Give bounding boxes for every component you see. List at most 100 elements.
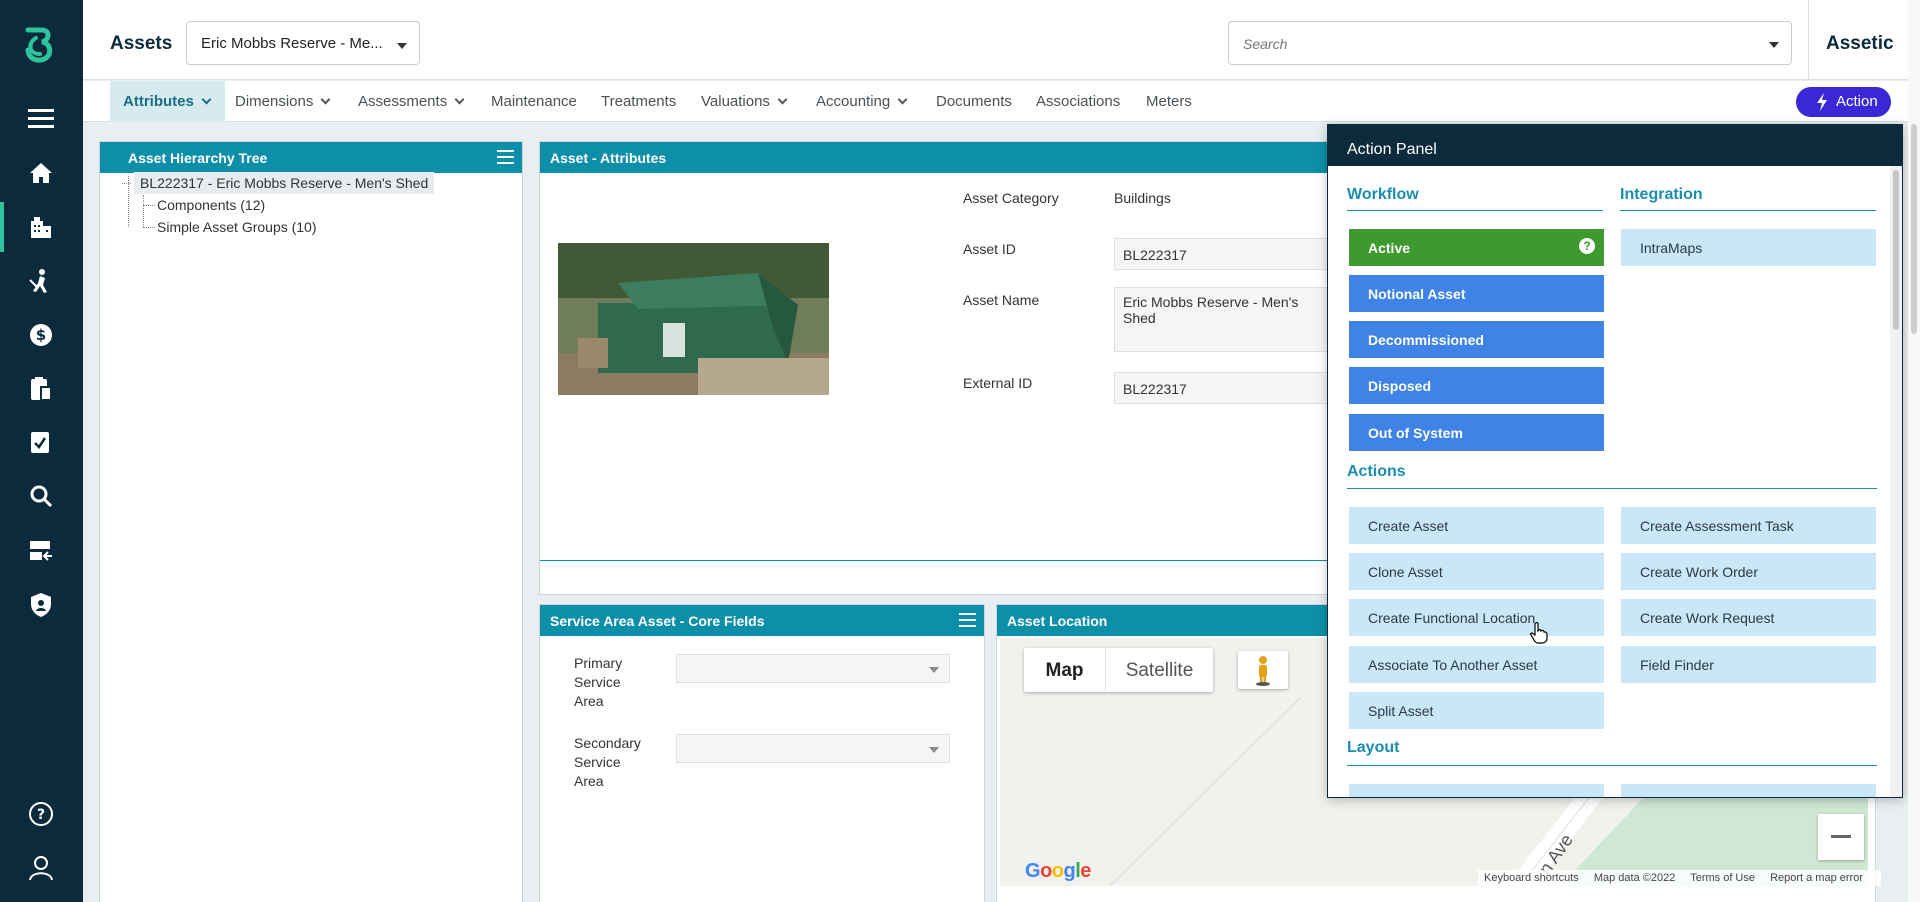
workflow-active-button[interactable]: Active ?	[1349, 229, 1604, 266]
tab-maintenance[interactable]: Maintenance	[491, 81, 577, 122]
tab-label: Associations	[1036, 93, 1121, 110]
layout-button[interactable]	[1349, 784, 1604, 797]
clipboard-icon[interactable]	[24, 372, 58, 406]
asset-id-label: Asset ID	[963, 241, 1016, 257]
terms-link[interactable]: Terms of Use	[1690, 872, 1755, 884]
pegman-icon[interactable]	[1238, 651, 1288, 689]
tab-bar: Attributes Dimensions Assessments Mainte…	[83, 81, 1920, 122]
shield-icon[interactable]	[24, 588, 58, 622]
hierarchy-panel: Asset Hierarchy Tree	[99, 141, 523, 902]
layout-button[interactable]	[1621, 784, 1876, 797]
search-field[interactable]	[1228, 21, 1792, 65]
chevron-down-icon	[897, 94, 908, 105]
create-asset-button[interactable]: Create Asset	[1349, 507, 1604, 544]
bolt-icon	[1817, 93, 1827, 111]
tab-dimensions[interactable]: Dimensions	[235, 81, 331, 122]
asset-name-value[interactable]: Eric Mobbs Reserve - Men's Shed	[1114, 287, 1328, 352]
tab-treatments[interactable]: Treatments	[601, 81, 676, 122]
asset-id-value[interactable]: BL222317	[1114, 238, 1328, 270]
chevron-down-icon	[454, 94, 465, 105]
worker-icon[interactable]	[24, 264, 58, 298]
search-input[interactable]	[1243, 36, 1737, 52]
tab-accounting[interactable]: Accounting	[816, 81, 908, 122]
asset-category-label: Asset Category	[963, 190, 1059, 206]
search-icon[interactable]	[24, 479, 58, 513]
tree-node-components[interactable]: Components (12)	[157, 197, 265, 213]
map-tab[interactable]: Map	[1024, 648, 1105, 692]
hamburger-icon[interactable]	[959, 613, 976, 627]
tab-label: Dimensions	[235, 93, 314, 110]
create-functional-location-button[interactable]: Create Functional Location	[1349, 599, 1604, 636]
tab-label: Valuations	[701, 93, 770, 110]
menu-icon[interactable]	[24, 101, 58, 135]
report-error-link[interactable]: Report a map error	[1770, 872, 1863, 884]
map-footer: Keyboard shortcuts Map data ©2022 Terms …	[1478, 870, 1881, 886]
divider	[1347, 765, 1877, 766]
home-icon[interactable]	[24, 156, 58, 190]
asset-selector[interactable]: Eric Mobbs Reserve - Me...	[186, 21, 420, 65]
clone-asset-button[interactable]: Clone Asset	[1349, 553, 1604, 590]
secondary-service-area-select[interactable]	[676, 734, 950, 763]
map-type-toggle[interactable]: Map Satellite	[1024, 648, 1213, 692]
buildings-icon[interactable]	[24, 210, 58, 244]
tab-meters[interactable]: Meters	[1146, 81, 1192, 122]
associate-to-another-asset-button[interactable]: Associate To Another Asset	[1349, 646, 1604, 683]
service-area-panel-title: Service Area Asset - Core Fields	[550, 613, 765, 629]
tab-valuations[interactable]: Valuations	[701, 81, 788, 122]
tab-associations[interactable]: Associations	[1036, 81, 1120, 122]
chevron-down-icon	[777, 94, 788, 105]
help-icon[interactable]: ?	[24, 797, 58, 831]
external-id-value[interactable]: BL222317	[1114, 372, 1328, 404]
field-finder-button[interactable]: Field Finder	[1621, 646, 1876, 683]
split-asset-button[interactable]: Split Asset	[1349, 692, 1604, 729]
integration-heading: Integration	[1620, 186, 1703, 203]
workflow-decommissioned-button[interactable]: Decommissioned	[1349, 321, 1604, 358]
tab-assessments[interactable]: Assessments	[358, 81, 465, 122]
chevron-down-icon	[201, 94, 212, 105]
create-work-order-button[interactable]: Create Work Order	[1621, 553, 1876, 590]
caret-down-icon	[929, 667, 939, 673]
action-panel-scrollbar[interactable]	[1890, 166, 1902, 797]
divider	[1620, 210, 1876, 211]
hamburger-icon[interactable]	[497, 150, 514, 164]
task-icon[interactable]	[24, 425, 58, 459]
create-assessment-task-button[interactable]: Create Assessment Task	[1621, 507, 1876, 544]
top-bar: Assets Eric Mobbs Reserve - Me... Asseti…	[83, 0, 1920, 80]
workflow-out-of-system-button[interactable]: Out of System	[1349, 414, 1604, 451]
workflow-disposed-button[interactable]: Disposed	[1349, 367, 1604, 404]
asset-selector-value: Eric Mobbs Reserve - Me...	[201, 35, 383, 52]
divider	[1347, 488, 1877, 489]
tab-documents[interactable]: Documents	[936, 81, 1012, 122]
action-button[interactable]: Action	[1796, 87, 1891, 117]
hand-cursor-icon	[1529, 621, 1548, 649]
zoom-out-button[interactable]	[1818, 814, 1864, 860]
page-title: Assets	[110, 33, 173, 54]
dollar-icon[interactable]: $	[24, 318, 58, 352]
create-work-request-button[interactable]: Create Work Request	[1621, 599, 1876, 636]
tab-label: Attributes	[123, 93, 194, 110]
divider	[540, 560, 1340, 561]
help-icon[interactable]: ?	[1579, 238, 1595, 254]
caret-down-icon[interactable]	[1769, 42, 1779, 48]
tab-attributes[interactable]: Attributes	[110, 81, 225, 122]
keyboard-shortcuts-link[interactable]: Keyboard shortcuts	[1484, 872, 1579, 884]
intramaps-button[interactable]: IntraMaps	[1621, 229, 1876, 266]
secondary-service-area-label: Secondary Service Area	[574, 735, 641, 789]
primary-service-area-label: Primary Service Area	[574, 655, 623, 709]
tree-node-root[interactable]: BL222317 - Eric Mobbs Reserve - Men's Sh…	[134, 172, 435, 194]
logo-icon[interactable]	[20, 24, 62, 70]
server-icon[interactable]	[24, 534, 58, 568]
divider	[1808, 0, 1809, 80]
map-data-text: Map data ©2022	[1593, 872, 1676, 884]
action-panel: Action Panel Workflow Integration Active…	[1327, 124, 1903, 798]
asset-name-label: Asset Name	[963, 292, 1040, 308]
primary-service-area-select[interactable]	[676, 654, 950, 683]
satellite-tab[interactable]: Satellite	[1105, 648, 1213, 692]
tree-node-simple-asset-groups[interactable]: Simple Asset Groups (10)	[157, 219, 317, 235]
caret-down-icon	[397, 43, 407, 49]
user-icon[interactable]	[24, 851, 58, 885]
workflow-notional-asset-button[interactable]: Notional Asset	[1349, 275, 1604, 312]
tree-connector	[122, 183, 131, 184]
tab-label: Maintenance	[491, 93, 577, 110]
page-scrollbar[interactable]	[1908, 0, 1920, 902]
